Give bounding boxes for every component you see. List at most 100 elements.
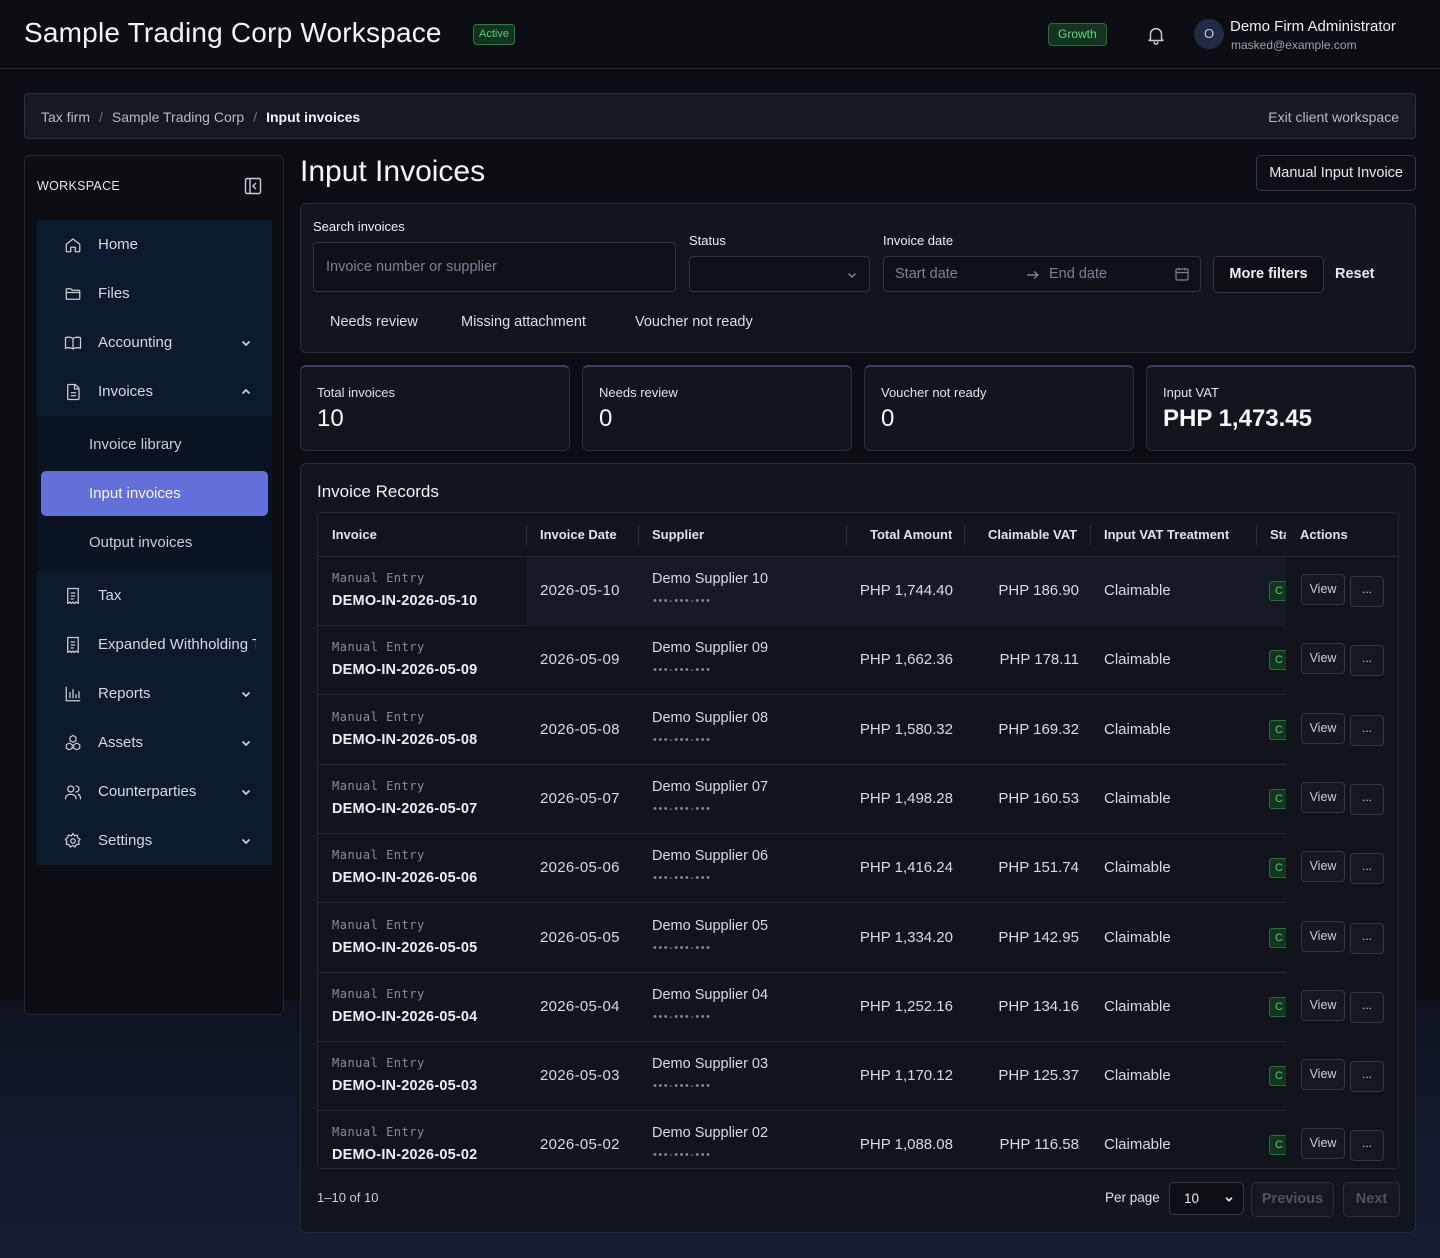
column-header-invoice[interactable]: Invoice <box>332 527 377 542</box>
sidebar-subitem-invoice-library[interactable]: Invoice library <box>41 420 268 469</box>
invoice-number[interactable]: DEMO-IN-2026-05-04 <box>332 1009 477 1025</box>
view-button[interactable]: View <box>1301 920 1345 952</box>
workspace-status-badge: Active <box>473 24 515 45</box>
more-actions-button[interactable]: ... <box>1350 1130 1384 1162</box>
invoice-number[interactable]: DEMO-IN-2026-05-05 <box>332 940 477 956</box>
column-header-input-vat-treatment[interactable]: Input VAT Treatment <box>1104 527 1229 542</box>
quick-filter-needs-review[interactable]: Needs review <box>330 314 418 330</box>
invoice-source: Manual Entry <box>332 640 425 655</box>
quick-filter-missing-attachment[interactable]: Missing attachment <box>461 314 586 330</box>
input-vat-treatment: Claimable <box>1104 1136 1171 1154</box>
view-button[interactable]: View <box>1301 1059 1345 1091</box>
sidebar-item-label: Settings <box>98 832 153 849</box>
invoice-date-range[interactable]: Start date End date <box>883 256 1201 292</box>
more-actions-button[interactable]: ... <box>1350 1061 1384 1093</box>
invoice-number[interactable]: DEMO-IN-2026-05-02 <box>332 1147 477 1163</box>
more-actions-button[interactable]: ... <box>1350 991 1384 1023</box>
status-select[interactable] <box>689 256 870 292</box>
bell-icon[interactable] <box>1145 24 1167 46</box>
table-row[interactable]: Manual Entry DEMO-IN-2026-05-10 2026-05-10… <box>318 557 1398 626</box>
per-page-select[interactable]: 10 <box>1169 1182 1244 1215</box>
stat-card-input-vat: Input VAT PHP 1,473.45 <box>1146 365 1416 451</box>
more-actions-button[interactable]: ... <box>1350 576 1384 607</box>
sidebar-subitem-output-invoices[interactable]: Output invoices <box>41 518 268 567</box>
supplier-name: Demo Supplier 07 <box>652 778 769 795</box>
page-title: Input Invoices <box>300 155 486 188</box>
stat-card-total-invoices: Total invoices 10 <box>300 365 570 451</box>
next-page-button[interactable]: Next <box>1343 1182 1400 1217</box>
invoice-number[interactable]: DEMO-IN-2026-05-09 <box>332 662 477 678</box>
more-filters-button[interactable]: More filters <box>1213 256 1324 293</box>
start-date-input[interactable]: Start date <box>895 266 958 282</box>
table-row[interactable]: Manual Entry DEMO-IN-2026-05-09 2026-05-09… <box>318 626 1398 696</box>
more-actions-button[interactable]: ... <box>1350 783 1384 815</box>
invoice-number[interactable]: DEMO-IN-2026-05-06 <box>332 870 477 886</box>
view-button[interactable]: View <box>1301 851 1345 883</box>
sidebar-item-invoices[interactable]: Invoices <box>37 367 272 416</box>
column-header-total-amount[interactable]: Total Amount <box>870 527 952 542</box>
view-button[interactable]: View <box>1301 712 1345 744</box>
search-input[interactable]: Invoice number or supplier <box>313 242 676 292</box>
more-actions-button[interactable]: ... <box>1350 645 1384 677</box>
calendar-icon[interactable] <box>1175 267 1189 281</box>
column-header-supplier[interactable]: Supplier <box>652 527 704 542</box>
sidebar-item-settings[interactable]: Settings <box>37 816 272 865</box>
manual-input-invoice-button[interactable]: Manual Input Invoice <box>1256 155 1416 191</box>
breadcrumb-tax-firm[interactable]: Tax firm <box>41 109 90 125</box>
sidebar-item-label: Counterparties <box>98 783 197 800</box>
view-button[interactable]: View <box>1301 643 1345 675</box>
invoice-number[interactable]: DEMO-IN-2026-05-08 <box>332 732 477 748</box>
sidebar-item-home[interactable]: Home <box>37 220 272 269</box>
table-row[interactable]: Manual Entry DEMO-IN-2026-05-08 2026-05-08… <box>318 695 1398 765</box>
more-actions-button[interactable]: ... <box>1350 714 1384 746</box>
more-actions-button[interactable]: ... <box>1350 922 1384 954</box>
records-title: Invoice Records <box>317 482 439 501</box>
sidebar-item-expanded-withholding-tax[interactable]: Expanded Withholding Tax <box>37 620 272 669</box>
breadcrumb-current: Input invoices <box>266 109 361 125</box>
table-row[interactable]: Manual Entry DEMO-IN-2026-05-03 2026-05-03… <box>318 1042 1398 1112</box>
column-header-status[interactable]: Sta <box>1270 527 1286 542</box>
sidebar-subitem-input-invoices[interactable]: Input invoices <box>41 471 268 516</box>
invoice-source: Manual Entry <box>332 709 425 724</box>
table-row[interactable]: Manual Entry DEMO-IN-2026-05-06 2026-05-06… <box>318 834 1398 904</box>
invoice-number[interactable]: DEMO-IN-2026-05-03 <box>332 1078 477 1094</box>
view-button[interactable]: View <box>1301 1128 1345 1160</box>
total-amount: PHP 1,252.16 <box>859 997 953 1015</box>
sidebar-item-assets[interactable]: Assets <box>37 718 272 767</box>
more-actions-button[interactable]: ... <box>1350 853 1384 885</box>
sidebar-item-tax[interactable]: Tax <box>37 571 272 620</box>
quick-filter-voucher-not-ready[interactable]: Voucher not ready <box>635 314 753 330</box>
invoice-source: Manual Entry <box>332 1125 425 1140</box>
reset-button[interactable]: Reset <box>1335 266 1375 282</box>
sidebar-item-reports[interactable]: Reports <box>37 669 272 718</box>
view-button[interactable]: View <box>1301 989 1345 1021</box>
previous-page-button[interactable]: Previous <box>1251 1182 1334 1217</box>
end-date-input[interactable]: End date <box>1049 266 1107 282</box>
table-row[interactable]: Manual Entry DEMO-IN-2026-05-05 2026-05-05… <box>318 903 1398 973</box>
sidebar-collapse-icon[interactable] <box>244 177 262 195</box>
table-row[interactable]: Manual Entry DEMO-IN-2026-05-02 2026-05-02… <box>318 1111 1398 1168</box>
view-button[interactable]: View <box>1301 574 1345 605</box>
view-button[interactable]: View <box>1301 781 1345 813</box>
sidebar-item-accounting[interactable]: Accounting <box>37 318 272 367</box>
invoice-date: 2026-05-09 <box>540 651 620 669</box>
column-header-claimable-vat[interactable]: Claimable VAT <box>988 527 1077 542</box>
avatar[interactable]: O <box>1194 19 1224 49</box>
total-amount: PHP 1,334.20 <box>859 928 953 946</box>
supplier-name: Demo Supplier 08 <box>652 709 769 726</box>
sidebar: WORKSPACE Home Files Accounting Invoices… <box>24 155 284 1015</box>
invoice-number[interactable]: DEMO-IN-2026-05-07 <box>332 801 477 817</box>
invoice-source: Manual Entry <box>332 848 425 863</box>
breadcrumb-client[interactable]: Sample Trading Corp <box>112 109 244 125</box>
input-vat-treatment: Claimable <box>1104 859 1171 877</box>
table-row[interactable]: Manual Entry DEMO-IN-2026-05-07 2026-05-07… <box>318 764 1398 834</box>
total-amount: PHP 1,170.12 <box>859 1067 953 1085</box>
search-label: Search invoices <box>313 219 405 234</box>
sidebar-item-files[interactable]: Files <box>37 269 272 318</box>
sidebar-item-counterparties[interactable]: Counterparties <box>37 767 272 816</box>
row-actions: View... <box>1286 1042 1398 1112</box>
exit-workspace-link[interactable]: Exit client workspace <box>1268 109 1399 125</box>
column-header-invoice-date[interactable]: Invoice Date <box>540 527 617 542</box>
table-row[interactable]: Manual Entry DEMO-IN-2026-05-04 2026-05-04… <box>318 972 1398 1042</box>
invoice-number[interactable]: DEMO-IN-2026-05-10 <box>332 593 477 609</box>
